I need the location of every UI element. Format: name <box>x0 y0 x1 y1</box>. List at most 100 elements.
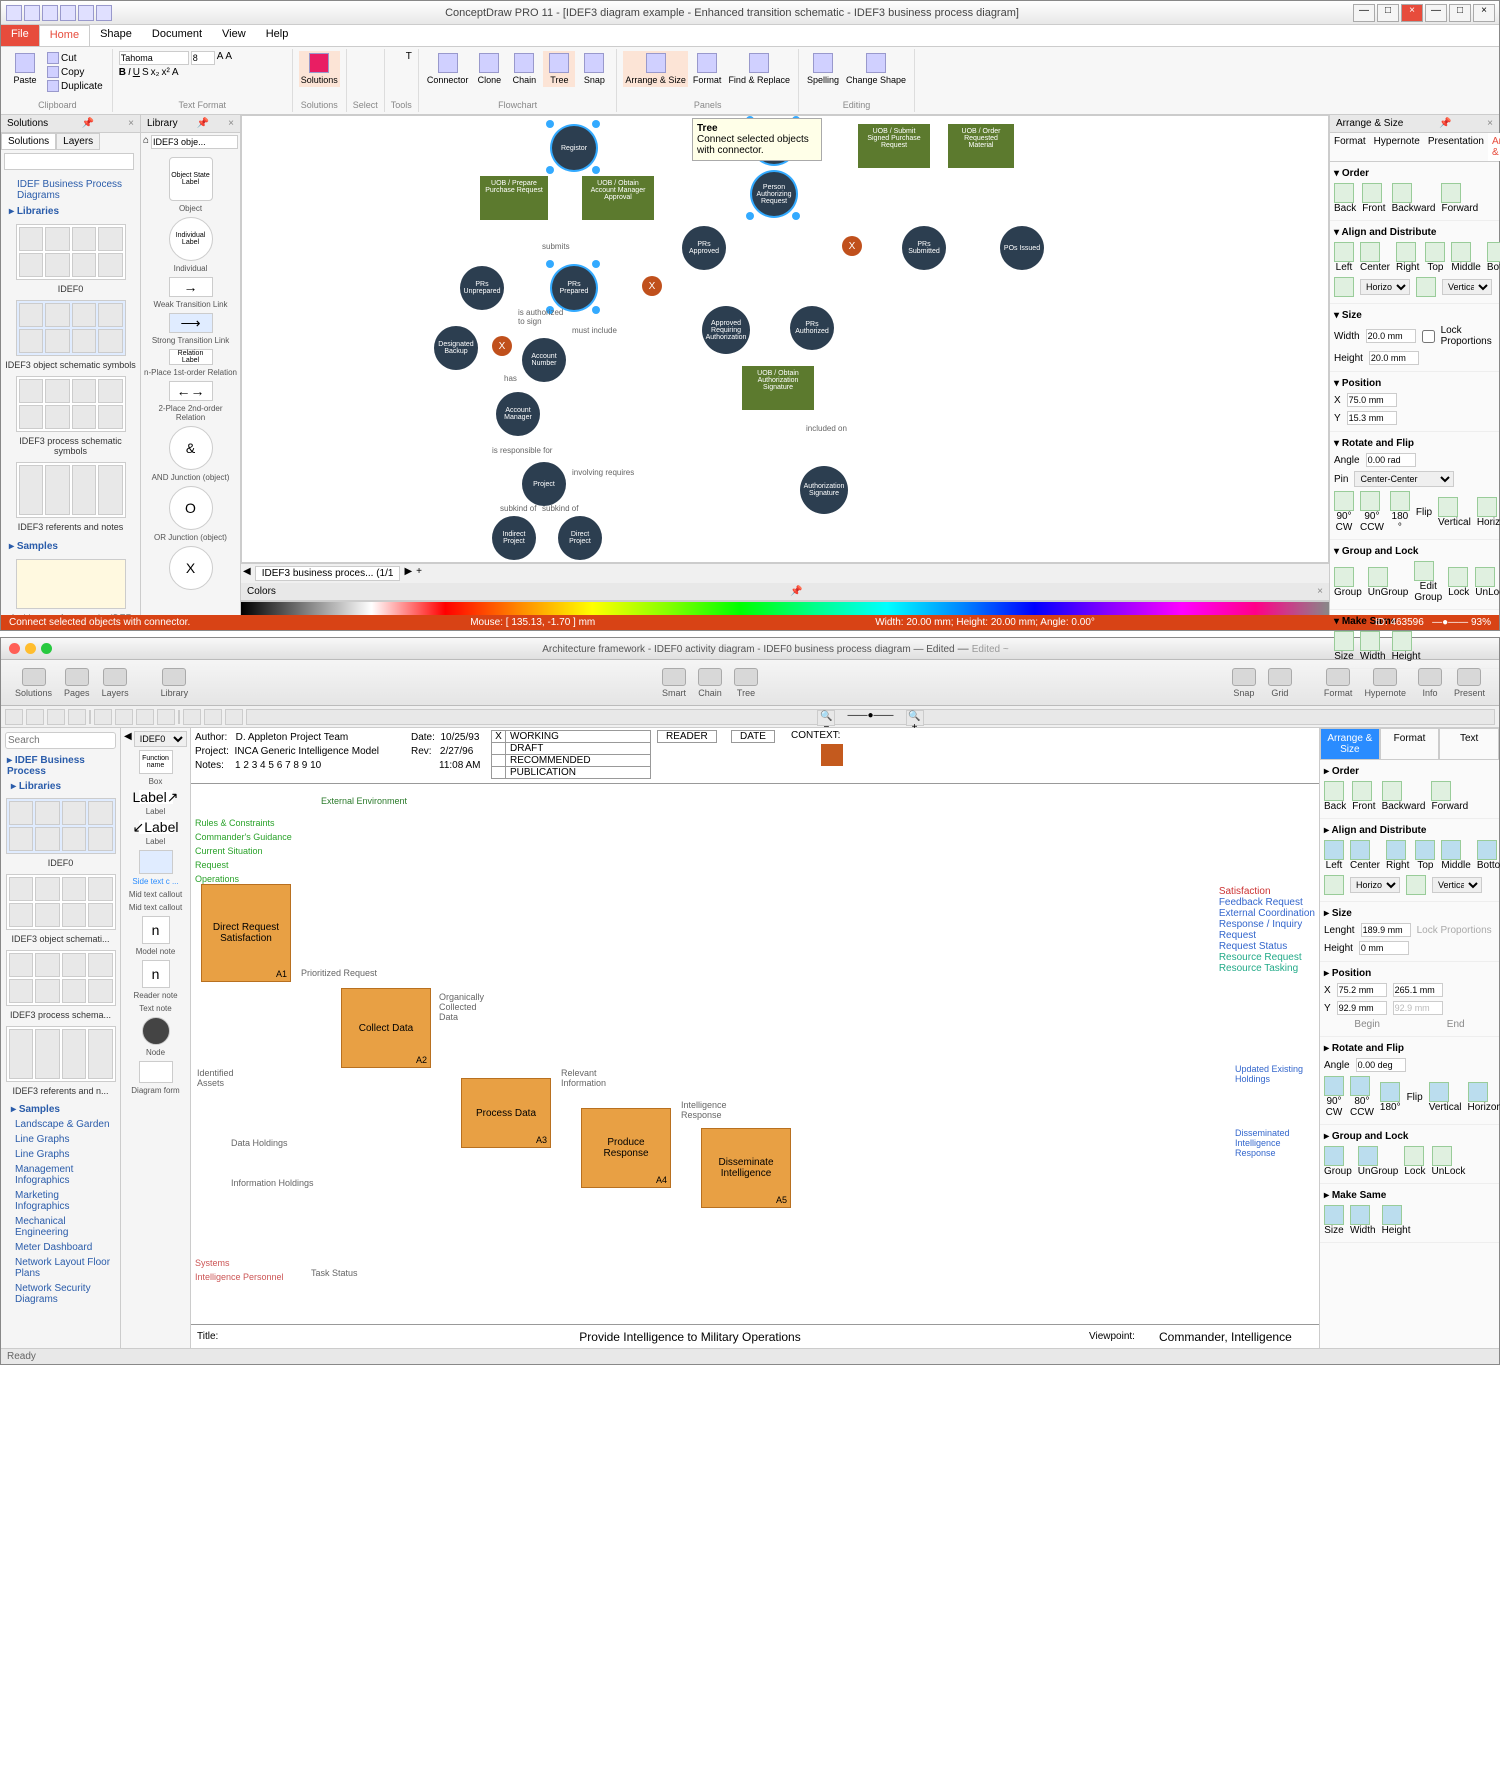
rtab-arrange[interactable]: Arrange & Size <box>1320 728 1380 760</box>
shape-orjunc[interactable]: O <box>169 486 213 530</box>
node-issued[interactable]: POs Issued <box>1000 226 1044 270</box>
close-panel-icon[interactable]: × <box>128 118 134 129</box>
shape-readernote[interactable]: n <box>142 960 170 988</box>
rtab-presentation[interactable]: Presentation <box>1424 133 1488 161</box>
rtab-format[interactable]: Format <box>1330 133 1370 161</box>
tree-bp[interactable]: ▸ IDEF Business Process <box>5 753 116 779</box>
zoom-button[interactable] <box>41 643 52 654</box>
lib-thumb-sel[interactable] <box>16 300 126 356</box>
rot-cw-icon[interactable] <box>1324 1076 1344 1096</box>
unlock-icon[interactable] <box>1475 567 1495 587</box>
chain-button[interactable]: Chain <box>508 51 540 87</box>
find-replace-button[interactable]: Find & Replace <box>726 51 792 87</box>
shape-weaklink[interactable]: → <box>169 277 213 297</box>
lib-home-icon[interactable]: ⌂ <box>143 135 149 149</box>
ungroup-icon[interactable] <box>1358 1146 1378 1166</box>
node-acctmgr[interactable]: Account Manager <box>496 392 540 436</box>
text-icon[interactable]: T <box>406 51 412 62</box>
snap-button[interactable]: Snap <box>578 51 610 87</box>
angle-field[interactable] <box>1366 453 1416 467</box>
back-icon[interactable] <box>1334 183 1354 203</box>
arrow-icon[interactable] <box>204 709 222 725</box>
snap-button[interactable]: Snap <box>1226 666 1262 700</box>
group-icon[interactable] <box>1324 1146 1344 1166</box>
dist-h-icon[interactable] <box>1324 875 1344 895</box>
zoom-slider[interactable]: ——●—— <box>847 710 893 724</box>
rot-180-icon[interactable] <box>1390 491 1410 511</box>
text-icon[interactable] <box>157 709 175 725</box>
shape-sidetext[interactable] <box>139 850 173 874</box>
lock-icon[interactable] <box>1448 567 1468 587</box>
shape-node[interactable] <box>142 1017 170 1045</box>
node-registor[interactable]: Registor <box>552 126 596 170</box>
node-sig[interactable]: Authorization Signature <box>800 466 848 514</box>
close-panel-icon[interactable]: × <box>1317 586 1323 597</box>
sect-order[interactable]: ▸ Order <box>1324 764 1495 779</box>
tab-document[interactable]: Document <box>142 25 212 46</box>
pen-icon[interactable] <box>136 709 154 725</box>
align-right-icon[interactable] <box>1386 840 1406 860</box>
sect-makesame[interactable]: ▸ Make Same <box>1324 1188 1495 1203</box>
rot-cw-icon[interactable] <box>1334 491 1354 511</box>
front-icon[interactable] <box>1362 183 1382 203</box>
connector-icon[interactable] <box>183 709 201 725</box>
tab-layers[interactable]: Layers <box>56 133 100 150</box>
sect-align[interactable]: ▾ Align and Distribute <box>1334 225 1495 240</box>
tab-shape[interactable]: Shape <box>90 25 142 46</box>
editgroup-icon[interactable] <box>1414 561 1434 581</box>
x-field[interactable] <box>1347 393 1397 407</box>
zoomout-icon[interactable]: 🔍− <box>817 710 835 726</box>
x-junction[interactable]: X <box>492 336 512 356</box>
flip-h-icon[interactable] <box>1468 1082 1488 1102</box>
dist-h-icon[interactable] <box>1334 277 1354 297</box>
rot-ccw-icon[interactable] <box>1360 491 1380 511</box>
lib-thumb[interactable] <box>16 224 126 280</box>
lib-thumb[interactable] <box>16 462 126 518</box>
sect-rotate[interactable]: ▸ Rotate and Flip <box>1324 1041 1495 1056</box>
subscript-icon[interactable]: x₂ <box>151 67 160 78</box>
node-backup[interactable]: Designated Backup <box>434 326 478 370</box>
pin-select[interactable]: Center-Center <box>1354 471 1454 487</box>
pointer-icon[interactable] <box>5 709 23 725</box>
arrange-size-button[interactable]: Arrange & Size <box>623 51 688 87</box>
shape-box[interactable]: Function name <box>139 750 173 774</box>
tree-bp[interactable]: IDEF Business Process Diagrams <box>5 177 136 203</box>
doc-tab[interactable]: IDEF3 business proces... (1/1 <box>255 566 401 581</box>
node-acctnum[interactable]: Account Number <box>522 338 566 382</box>
node-approved[interactable]: PRs Approved <box>682 226 726 270</box>
sel-handle[interactable] <box>592 166 600 174</box>
sample-item[interactable]: Landscape & Garden <box>5 1117 116 1132</box>
same-width-icon[interactable] <box>1350 1205 1370 1225</box>
rect-icon[interactable] <box>47 709 65 725</box>
spelling-button[interactable]: Spelling <box>805 51 841 87</box>
clone-button[interactable]: Clone <box>473 51 505 87</box>
node-indirect[interactable]: Indirect Project <box>492 516 536 560</box>
tab-solutions[interactable]: Solutions <box>1 133 56 150</box>
sample-item[interactable]: Line Graphs <box>5 1147 116 1162</box>
box-a3[interactable]: Process DataA3 <box>461 1078 551 1148</box>
lib-thumb[interactable] <box>6 874 116 930</box>
shape-individual[interactable]: Individual Label <box>169 217 213 261</box>
rtab-text[interactable]: Text <box>1439 728 1499 760</box>
y-field[interactable] <box>1337 1001 1387 1015</box>
flip-v-icon[interactable] <box>1438 497 1458 517</box>
lib-select[interactable]: IDEF0 <box>134 731 187 747</box>
rtab-hypernote[interactable]: Hypernote <box>1370 133 1424 161</box>
zoomin-icon[interactable]: 🔍+ <box>906 710 924 726</box>
box-a4[interactable]: Produce ResponseA4 <box>581 1108 671 1188</box>
dist-v-select[interactable]: Vertical <box>1432 877 1482 893</box>
box-a5[interactable]: Disseminate IntelligenceA5 <box>701 1128 791 1208</box>
lib-thumb[interactable] <box>6 798 116 854</box>
shape-xjunc[interactable]: X <box>169 546 213 590</box>
align-bottom-icon[interactable] <box>1477 840 1497 860</box>
pin-icon[interactable]: 📌 <box>82 118 94 129</box>
same-size-icon[interactable] <box>1324 1205 1344 1225</box>
sel-handle[interactable] <box>592 260 600 268</box>
align-bottom-icon[interactable] <box>1487 242 1500 262</box>
fontcolor-icon[interactable]: A <box>172 67 179 78</box>
sel-handle[interactable] <box>746 212 754 220</box>
node-direct[interactable]: Direct Project <box>558 516 602 560</box>
copy-button[interactable]: Copy <box>44 65 106 79</box>
x-junction[interactable]: X <box>642 276 662 296</box>
dist-v-icon[interactable] <box>1416 277 1436 297</box>
